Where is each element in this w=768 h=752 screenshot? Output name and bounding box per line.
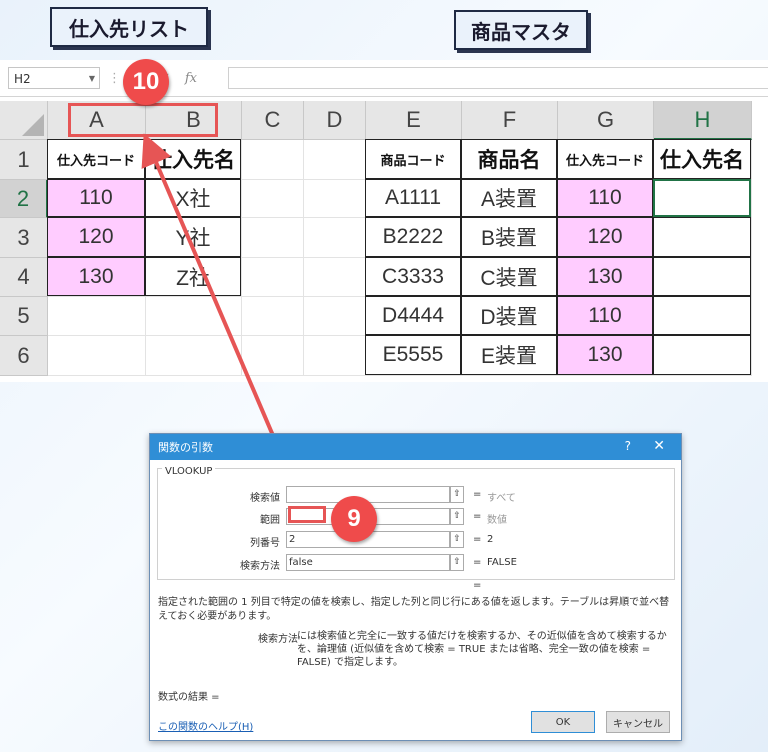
step-badge-10: 10 [123,59,169,105]
param-label: 検索方法 [258,634,298,645]
help-link[interactable]: この関数のヘルプ(H) [158,718,253,733]
formula-result: 数式の結果 = [158,692,220,703]
ok-button[interactable]: OK [531,711,595,733]
function-name: VLOOKUP [162,466,216,477]
collapse-dialog-icon[interactable]: ⇧ [450,508,464,525]
collapse-dialog-icon[interactable]: ⇧ [450,554,464,571]
arg-label: 検索値 [250,493,280,504]
arg-label: 範囲 [260,515,280,526]
arg-row: 検索方法 false ⇧ = FALSE [150,554,681,572]
dialog-title: 関数の引数 [158,441,213,454]
arg-result: FALSE [487,557,517,568]
result-equals: = [473,580,482,591]
function-description: 指定された範囲の 1 列目で特定の値を検索し、指定した列と同じ行にある値を返しま… [158,597,670,622]
cancel-button[interactable]: キャンセル [606,711,670,733]
arg-input[interactable]: false [286,554,450,571]
range-input-highlight [288,506,326,523]
arg-row: 列番号 2 ⇧ = 2 [150,531,681,549]
step-badge-9: 9 [331,496,377,542]
dialog-title-bar: 関数の引数 ? ✕ [150,434,681,460]
arg-result: 2 [487,534,494,545]
arg-equals: = [473,534,482,545]
collapse-dialog-icon[interactable]: ⇧ [450,486,464,503]
param-description: には検索値と完全に一致する値だけを検索するか、その近似値を含めて検索するかを、論… [297,631,667,668]
arg-result: すべて [487,493,516,504]
close-icon[interactable]: ✕ [653,438,665,454]
arg-equals: = [473,511,482,522]
collapse-dialog-icon[interactable]: ⇧ [450,531,464,548]
arg-row: 検索値 ⇧ = すべて [150,486,681,504]
help-icon[interactable]: ? [625,439,631,453]
arg-row: 範囲 ⇧ = 数値 [150,508,681,526]
arg-result: 数値 [487,515,507,526]
function-arguments-dialog: 関数の引数 ? ✕ VLOOKUP 検索値 ⇧ = すべて 範囲 ⇧ = 数値 列番号 2 ⇧ = 2 検… [149,433,682,741]
arg-equals: = [473,557,482,568]
arg-label: 検索方法 [240,561,280,572]
arg-label: 列番号 [250,538,280,549]
arg-equals: = [473,489,482,500]
range-highlight-ab [68,103,218,137]
